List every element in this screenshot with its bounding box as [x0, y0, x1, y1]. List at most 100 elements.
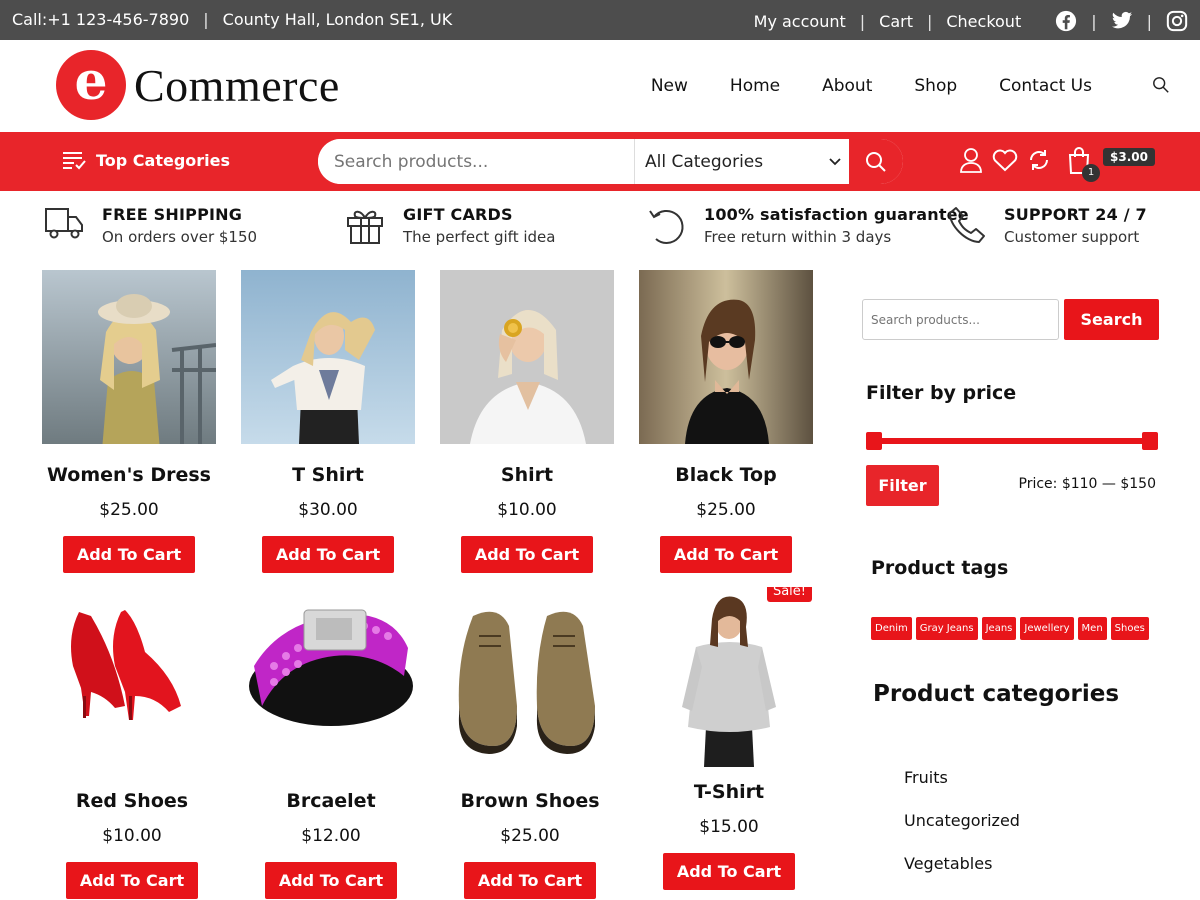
product-image-red-shoes[interactable] [45, 596, 219, 770]
product-name[interactable]: Red Shoes [44, 790, 220, 812]
add-to-cart-button[interactable]: Add To Cart [62, 536, 196, 573]
address-text: County Hall, London SE1, UK [222, 10, 453, 29]
product-name[interactable]: Shirt [439, 464, 615, 486]
product-price: $12.00 [301, 826, 361, 846]
site-logo[interactable]: e Commerce [56, 50, 340, 120]
feature-title: 100% satisfaction guarantee [704, 205, 969, 224]
product-name[interactable]: T Shirt [240, 464, 416, 486]
add-to-cart-button[interactable]: Add To Cart [659, 536, 793, 573]
product-tags-heading: Product tags [871, 557, 1009, 579]
phone-text: Call:+1 123-456-7890 [12, 10, 190, 29]
search-icon[interactable] [1152, 76, 1172, 96]
product-image-brown-shoes[interactable] [443, 596, 617, 770]
product-card: Red Shoes $10.00 Add To Cart [44, 596, 220, 899]
features-row: FREE SHIPPING On orders over $150 GIFT C… [0, 191, 1200, 269]
product-image-shirt[interactable] [440, 270, 614, 444]
site-header: e Commerce New Home About Shop Contact U… [0, 40, 1200, 132]
product-name[interactable]: Women's Dress [41, 464, 217, 486]
top-categories-button[interactable]: Top Categories [62, 150, 230, 170]
product-tags: Denim Gray Jeans Jeans Jewellery Men Sho… [871, 617, 1149, 640]
product-image-t-shirt[interactable] [241, 270, 415, 444]
filter-button[interactable]: Filter [866, 465, 939, 506]
product-name[interactable]: Brown Shoes [442, 790, 618, 812]
shopping-bag-icon[interactable]: 1 [1066, 146, 1100, 182]
product-image-t-shirt-sale[interactable]: Sale! [642, 587, 816, 767]
product-image-black-top[interactable] [639, 270, 813, 444]
instagram-icon[interactable] [1166, 10, 1188, 32]
product-card: Brown Shoes $25.00 Add To Cart [442, 596, 618, 899]
category-vegetables[interactable]: Vegetables [904, 854, 1020, 897]
nav-contact[interactable]: Contact Us [999, 76, 1092, 96]
chevron-down-icon [829, 157, 841, 165]
nav-new[interactable]: New [651, 76, 688, 96]
feature-title: GIFT CARDS [403, 205, 513, 224]
category-select[interactable]: All Categories [634, 139, 849, 184]
filter-by-price-heading: Filter by price [866, 382, 1017, 404]
twitter-icon[interactable] [1111, 10, 1133, 32]
nav-shop[interactable]: Shop [914, 76, 957, 96]
add-to-cart-button[interactable]: Add To Cart [264, 862, 398, 899]
feature-subtitle: Free return within 3 days [704, 228, 892, 246]
checkout-link[interactable]: Checkout [946, 12, 1021, 31]
price-range-min-handle[interactable] [866, 432, 882, 450]
logo-text: Commerce [134, 59, 340, 111]
price-range-max-handle[interactable] [1142, 432, 1158, 450]
product-card: Shirt $10.00 Add To Cart [439, 270, 615, 573]
feature-satisfaction: 100% satisfaction guarantee Free return … [646, 205, 969, 246]
search-button[interactable] [849, 139, 903, 184]
nav-home[interactable]: Home [730, 76, 780, 96]
product-price: $10.00 [497, 500, 557, 520]
tag-gray-jeans[interactable]: Gray Jeans [915, 617, 978, 640]
product-name[interactable]: T-Shirt [641, 781, 817, 803]
add-to-cart-button[interactable]: Add To Cart [65, 862, 199, 899]
feature-title: SUPPORT 24 / 7 [1004, 205, 1147, 224]
truck-icon [45, 208, 83, 239]
heart-icon[interactable] [992, 146, 1018, 174]
tag-shoes[interactable]: Shoes [1110, 617, 1149, 640]
category-fruits[interactable]: Fruits [904, 768, 1020, 811]
compare-icon[interactable] [1026, 146, 1052, 174]
search-input[interactable] [318, 139, 634, 184]
product-card: Brcaelet $12.00 Add To Cart [243, 596, 419, 899]
facebook-icon[interactable] [1055, 10, 1077, 32]
category-uncategorized[interactable]: Uncategorized [904, 811, 1020, 854]
cart-count-badge: 1 [1082, 164, 1100, 182]
feature-subtitle: The perfect gift idea [403, 228, 556, 246]
product-image-womens-dress[interactable] [42, 270, 216, 444]
category-search-bar: Top Categories All Categories 1 $3.00 [0, 132, 1200, 191]
add-to-cart-button[interactable]: Add To Cart [463, 862, 597, 899]
sidebar-search-button[interactable]: Search [1064, 299, 1159, 340]
gift-icon [347, 210, 383, 244]
search-icon [866, 151, 886, 172]
add-to-cart-button[interactable]: Add To Cart [460, 536, 594, 573]
nav-about[interactable]: About [822, 76, 872, 96]
add-to-cart-button[interactable]: Add To Cart [662, 853, 796, 890]
tag-jeans[interactable]: Jeans [981, 617, 1017, 640]
refresh-icon [649, 209, 684, 244]
add-to-cart-button[interactable]: Add To Cart [261, 536, 395, 573]
feature-support: SUPPORT 24 / 7 Customer support [946, 205, 1147, 246]
product-image-bracelet[interactable] [244, 596, 418, 770]
logo-badge: e [56, 50, 126, 120]
menu-list-icon [63, 152, 86, 170]
product-price: $10.00 [102, 826, 162, 846]
product-card: Sale! T-Shirt $15.00 Add To Cart [641, 587, 817, 890]
product-price: $25.00 [99, 500, 159, 520]
price-range-slider[interactable] [866, 432, 1158, 450]
cart-total[interactable]: $3.00 [1103, 148, 1155, 166]
product-name[interactable]: Black Top [638, 464, 814, 486]
my-account-link[interactable]: My account [754, 12, 846, 31]
product-categories-list: Fruits Uncategorized Vegetables [904, 768, 1020, 897]
product-price: $30.00 [298, 500, 358, 520]
price-range-label: Price: $110 — $150 [1018, 476, 1156, 492]
product-name[interactable]: Brcaelet [243, 790, 419, 812]
user-icon[interactable] [958, 146, 984, 174]
sidebar-search-input[interactable] [862, 299, 1059, 340]
tag-jewellery[interactable]: Jewellery [1020, 617, 1074, 640]
cart-link[interactable]: Cart [879, 12, 913, 31]
product-categories-heading: Product categories [873, 681, 1120, 707]
tag-men[interactable]: Men [1077, 617, 1107, 640]
category-select-value: All Categories [645, 151, 764, 172]
feature-gift-cards: GIFT CARDS The perfect gift idea [345, 205, 555, 246]
tag-denim[interactable]: Denim [871, 617, 912, 640]
